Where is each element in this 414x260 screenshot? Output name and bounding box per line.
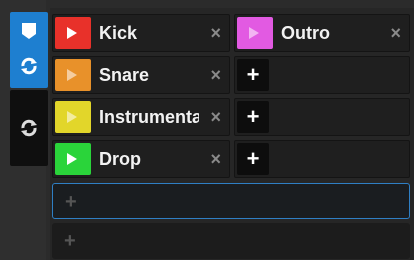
play-pad[interactable] [237, 17, 273, 49]
close-icon[interactable]: × [390, 15, 401, 51]
add-clip-button[interactable]: + [237, 101, 269, 133]
slot-outro[interactable]: Outro × [234, 14, 410, 52]
play-icon [67, 111, 77, 123]
new-row-focused[interactable]: + [52, 183, 410, 219]
close-icon[interactable]: × [210, 15, 221, 51]
play-pad[interactable] [55, 59, 91, 91]
slot-drop[interactable]: Drop × [52, 140, 230, 178]
close-icon[interactable]: × [210, 141, 221, 177]
sidebar-tab-clips[interactable] [10, 12, 48, 88]
slot-empty[interactable]: + [234, 98, 410, 136]
slot-label: Drop [99, 149, 141, 169]
play-pad[interactable] [55, 101, 91, 133]
clip-icon [22, 23, 36, 39]
slot-label: Outro [281, 23, 330, 43]
play-icon [67, 69, 77, 81]
slot-empty[interactable]: + [234, 56, 410, 94]
slot-label: Kick [99, 23, 138, 43]
close-icon[interactable]: × [210, 99, 221, 135]
slot-label: Snare [99, 65, 150, 85]
new-row[interactable]: + [52, 223, 410, 259]
slot-label: Instrumental [99, 107, 199, 127]
slot-instrumental[interactable]: Instrumental × [52, 98, 230, 136]
sidebar [0, 0, 48, 260]
play-icon [67, 153, 77, 165]
plus-icon: + [64, 230, 76, 252]
play-pad[interactable] [55, 17, 91, 49]
play-icon [249, 27, 259, 39]
slot-kick[interactable]: Kick × [52, 14, 230, 52]
sidebar-tab-recorded[interactable] [10, 90, 48, 166]
slot-snare[interactable]: Snare × [52, 56, 230, 94]
plus-icon: + [65, 191, 77, 213]
play-icon [67, 27, 77, 39]
play-pad[interactable] [55, 143, 91, 175]
refresh-icon [21, 57, 37, 75]
close-icon[interactable]: × [210, 57, 221, 93]
add-clip-button[interactable]: + [237, 59, 269, 91]
slot-empty[interactable]: + [234, 140, 410, 178]
add-clip-button[interactable]: + [237, 143, 269, 175]
refresh-icon [21, 119, 37, 137]
